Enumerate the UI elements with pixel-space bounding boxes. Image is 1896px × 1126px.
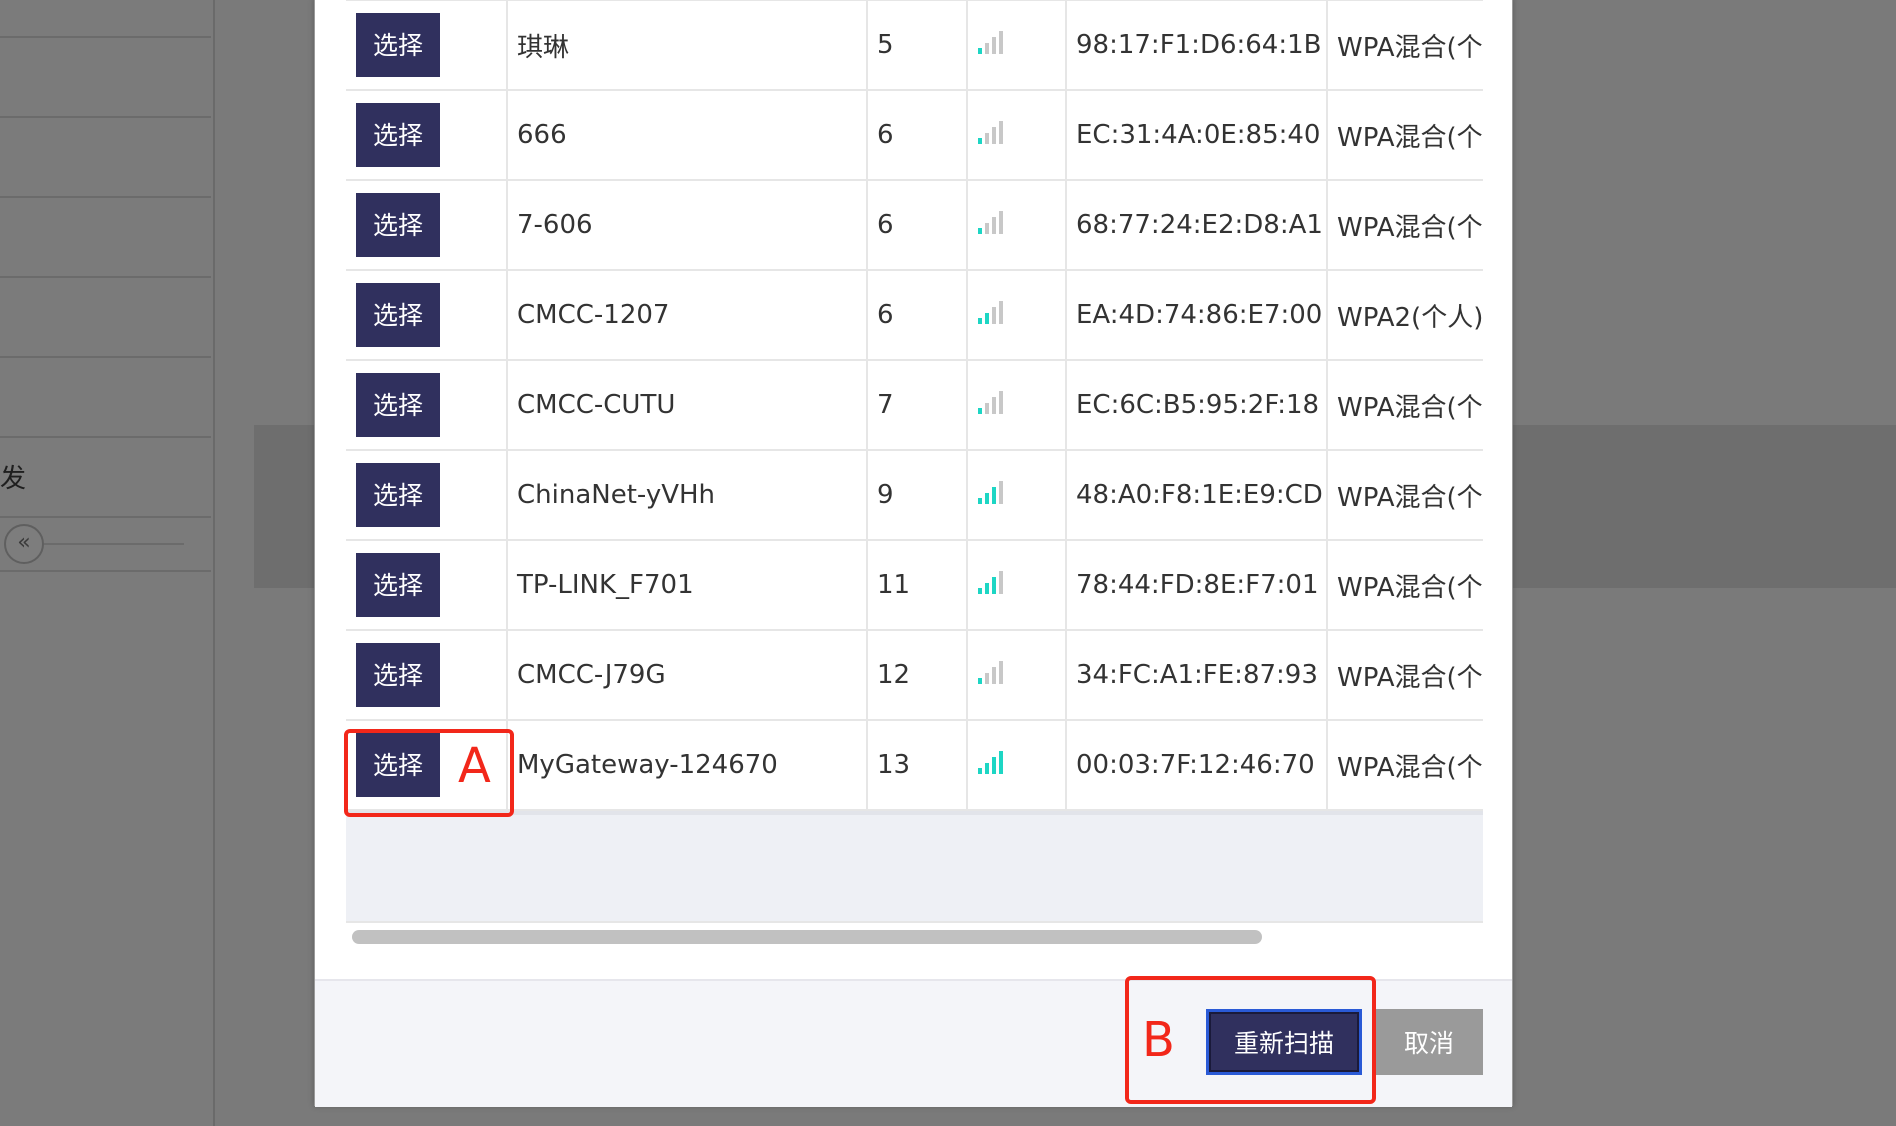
signal-cell	[967, 360, 1067, 451]
mac-cell: EA:4D:74:86:E7:00	[1066, 270, 1328, 361]
channel-cell: 11	[867, 540, 968, 631]
channel-cell: 5	[867, 0, 968, 91]
security-cell: WPA混合(个人	[1327, 450, 1483, 541]
signal-cell	[967, 180, 1067, 271]
channel-cell: 6	[867, 180, 968, 271]
table-row: 选择 TP-LINK_F701 11 78:44:FD:8E:F7:01 WPA混合(个…	[346, 540, 1483, 631]
scrollbar-thumb[interactable]	[352, 930, 1262, 944]
security-cell: WPA混合(个人	[1327, 630, 1483, 721]
security-cell: WPA混合(个人	[1327, 540, 1483, 631]
signal-cell	[967, 540, 1067, 631]
security-cell: WPA混合(个人	[1327, 90, 1483, 181]
signal-cell	[967, 630, 1067, 721]
horizontal-scrollbar[interactable]	[346, 921, 1483, 951]
wifi-table: 选择琪琳598:17:F1:D6:64:1BWPA混合(个人选择6666EC:3…	[346, 0, 1483, 811]
select-button[interactable]: 选择	[356, 463, 440, 527]
security-cell: WPA混合(个人	[1327, 720, 1483, 811]
select-cell: 选择	[346, 0, 508, 91]
signal-cell	[967, 90, 1067, 181]
sidebar-row	[0, 438, 211, 518]
wifi-table-container: 选择琪琳598:17:F1:D6:64:1BWPA混合(个人选择6666EC:3…	[346, 0, 1483, 951]
signal-strength-icon	[978, 30, 1003, 54]
table-row: 选择 CMCC-J79G12 34:FC:A1:FE:87:93WPA混合(个人	[346, 630, 1483, 721]
select-button[interactable]: 选择	[356, 283, 440, 347]
select-cell: 选择	[346, 540, 508, 631]
mac-cell: 68:77:24:E2:D8:A1	[1066, 180, 1328, 271]
sidebar-row	[0, 0, 211, 38]
mac-cell: EC:6C:B5:95:2F:18	[1066, 360, 1328, 451]
security-cell: WPA混合(个人	[1327, 0, 1483, 91]
signal-strength-icon	[978, 120, 1003, 144]
sidebar-row	[0, 278, 211, 358]
sidebar-partial-text: 发	[0, 464, 27, 494]
signal-strength-icon	[978, 210, 1003, 234]
signal-strength-icon	[978, 570, 1003, 594]
sidebar-row	[0, 118, 211, 198]
channel-cell: 6	[867, 270, 968, 361]
select-button[interactable]: 选择	[356, 553, 440, 617]
ssid-cell: ChinaNet-yVHh	[507, 450, 868, 541]
ssid-cell: 666	[507, 90, 868, 181]
ssid-cell: CMCC-J79G	[507, 630, 868, 721]
mac-cell: 78:44:FD:8E:F7:01	[1066, 540, 1328, 631]
select-button[interactable]: 选择	[356, 373, 440, 437]
channel-cell: 13	[867, 720, 968, 811]
ssid-cell: MyGateway-124670	[507, 720, 868, 811]
select-cell: 选择	[346, 270, 508, 361]
ssid-cell: 7-606	[507, 180, 868, 271]
wifi-scan-dialog: 选择琪琳598:17:F1:D6:64:1BWPA混合(个人选择6666EC:3…	[314, 0, 1513, 1107]
security-cell: WPA2(个人)	[1327, 270, 1483, 361]
sidebar-row	[0, 38, 211, 118]
signal-cell	[967, 270, 1067, 361]
select-button[interactable]: 选择	[356, 103, 440, 167]
security-cell: WPA混合(个人	[1327, 360, 1483, 451]
mac-cell: 48:A0:F8:1E:E9:CD	[1066, 450, 1328, 541]
signal-cell	[967, 450, 1067, 541]
channel-cell: 6	[867, 90, 968, 181]
signal-strength-icon	[978, 750, 1003, 774]
select-cell: 选择	[346, 90, 508, 181]
sidebar-row	[0, 358, 211, 438]
ssid-cell: CMCC-1207	[507, 270, 868, 361]
cancel-button[interactable]: 取消	[1375, 1009, 1483, 1075]
signal-strength-icon	[978, 660, 1003, 684]
channel-cell: 9	[867, 450, 968, 541]
select-cell: 选择	[346, 630, 508, 721]
table-row: 选择 MyGateway-124670 13 00:03:7F:12:46:70 WPA…	[346, 720, 1483, 811]
mac-cell: 00:03:7F:12:46:70	[1066, 720, 1328, 811]
signal-strength-icon	[978, 300, 1003, 324]
ssid-cell: CMCC-CUTU	[507, 360, 868, 451]
table-row: 选择 琪琳5 98:17:F1:D6:64:1BWPA混合(个人	[346, 0, 1483, 91]
table-empty-area	[346, 811, 1483, 923]
select-button[interactable]: 选择	[356, 193, 440, 257]
channel-cell: 12	[867, 630, 968, 721]
background-sidebar: 发 «	[0, 0, 215, 1126]
mac-cell: 34:FC:A1:FE:87:93	[1066, 630, 1328, 721]
select-cell: 选择	[346, 360, 508, 451]
select-button[interactable]: 选择	[356, 13, 440, 77]
table-row: 选择 CMCC-CUTU7 EC:6C:B5:95:2F:18WPA混合(个人	[346, 360, 1483, 451]
ssid-cell: 琪琳	[507, 0, 868, 91]
channel-cell: 7	[867, 360, 968, 451]
annotation-label-a: A	[458, 738, 491, 794]
select-cell: 选择	[346, 450, 508, 541]
table-row: 选择 ChinaNet-yVHh 9 48:A0:F8:1E:E9:CD WPA混合(个…	[346, 450, 1483, 541]
mac-cell: EC:31:4A:0E:85:40	[1066, 90, 1328, 181]
signal-cell	[967, 720, 1067, 811]
table-row: 选择 CMCC-1207 6 EA:4D:74:86:E7:00 WPA2(个人)	[346, 270, 1483, 361]
security-cell: WPA混合(个人	[1327, 180, 1483, 271]
ssid-cell: TP-LINK_F701	[507, 540, 868, 631]
table-row: 选择 6666 EC:31:4A:0E:85:40WPA混合(个人	[346, 90, 1483, 181]
select-button[interactable]: 选择	[356, 643, 440, 707]
table-row: 选择 7-6066 68:77:24:E2:D8:A1WPA混合(个人	[346, 180, 1483, 271]
mac-cell: 98:17:F1:D6:64:1B	[1066, 0, 1328, 91]
signal-strength-icon	[978, 390, 1003, 414]
sidebar-row	[0, 198, 211, 278]
signal-cell	[967, 0, 1067, 91]
divider	[44, 543, 184, 545]
collapse-sidebar-icon[interactable]: «	[4, 524, 44, 564]
select-cell: 选择	[346, 180, 508, 271]
annotation-label-b: B	[1142, 1012, 1175, 1068]
signal-strength-icon	[978, 480, 1003, 504]
